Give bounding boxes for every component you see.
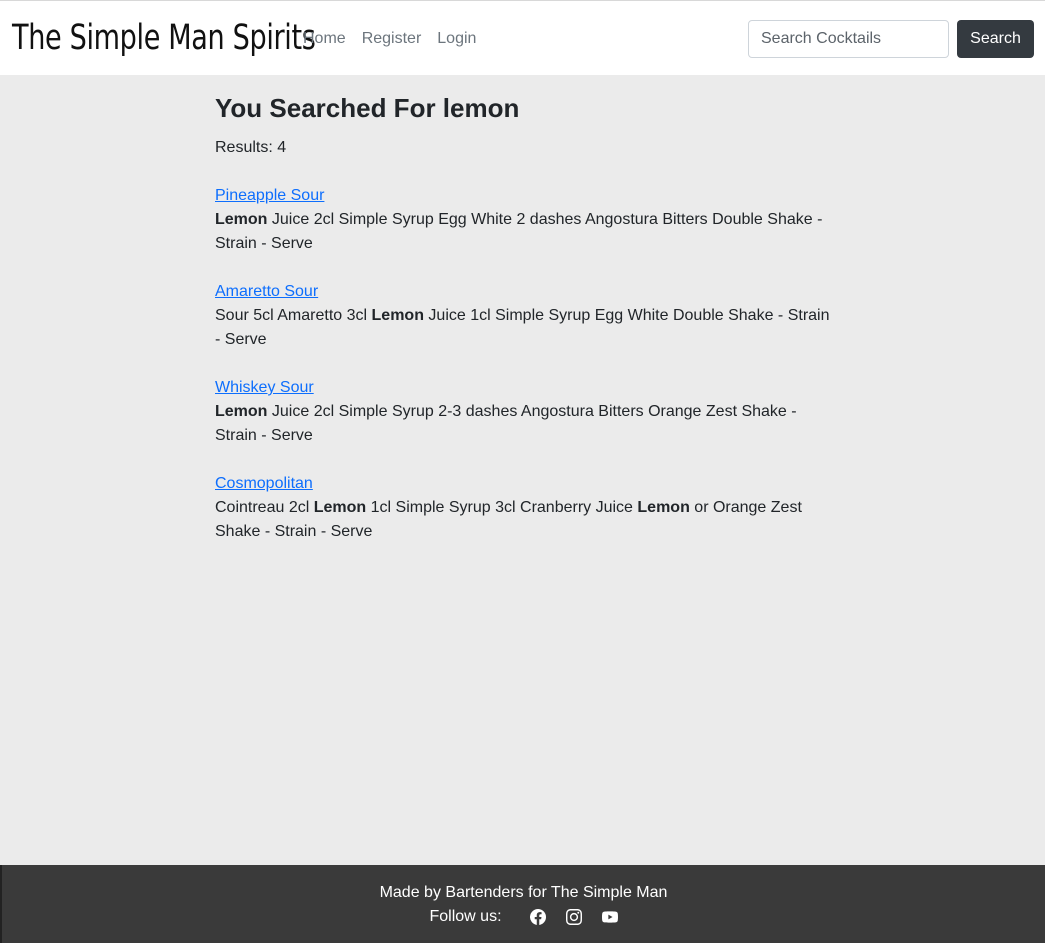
description-text: Sour 5cl Amaretto 3cl [215, 307, 372, 324]
result-item: Cosmopolitan Cointreau 2cl Lemon 1cl Simp… [215, 472, 835, 544]
result-description: Cointreau 2cl Lemon 1cl Simple Syrup 3cl… [215, 496, 835, 544]
brand-logo-text[interactable]: The Simple Man Spirits [12, 17, 316, 59]
nav-links: Home Register Login [303, 29, 476, 49]
facebook-icon[interactable] [529, 908, 547, 926]
description-text: Juice 2cl Simple Syrup 2-3 dashes Angost… [215, 403, 797, 444]
result-item: Whiskey Sour Lemon Juice 2cl Simple Syrup… [215, 376, 835, 448]
result-link[interactable]: Pineapple Sour [215, 184, 324, 208]
result-description: Sour 5cl Amaretto 3cl Lemon Juice 1cl Si… [215, 304, 835, 352]
follow-row: Follow us: [2, 907, 1045, 927]
description-text: Cointreau 2cl [215, 499, 314, 516]
nav-link-login[interactable]: Login [437, 29, 476, 49]
nav-link-home[interactable]: Home [303, 29, 346, 49]
results-list: Pineapple Sour Lemon Juice 2cl Simple Syr… [215, 184, 835, 544]
follow-label: Follow us: [429, 908, 502, 925]
youtube-icon[interactable] [601, 908, 619, 926]
main-content: You Searched For lemon Results: 4 Pineap… [215, 92, 835, 568]
description-text: 1cl Simple Syrup 3cl Cranberry Juice [366, 499, 638, 516]
nav-link-register[interactable]: Register [362, 29, 422, 49]
highlighted-term: Lemon [215, 211, 268, 228]
search-button[interactable]: Search [957, 20, 1034, 58]
highlighted-term: Lemon [215, 403, 268, 420]
result-link[interactable]: Amaretto Sour [215, 280, 318, 304]
page-title: You Searched For lemon [215, 93, 520, 123]
highlighted-term: Lemon [637, 499, 690, 516]
highlighted-term: Lemon [371, 307, 424, 324]
instagram-icon[interactable] [565, 908, 583, 926]
result-description: Lemon Juice 2cl Simple Syrup 2-3 dashes … [215, 400, 835, 448]
search-input[interactable] [748, 20, 949, 58]
highlighted-term: Lemon [313, 499, 367, 516]
result-link[interactable]: Cosmopolitan [215, 472, 313, 496]
description-text: Juice 2cl Simple Syrup Egg White 2 dashe… [215, 211, 823, 252]
footer: Made by Bartenders for The Simple Man Fo… [0, 865, 1045, 943]
navbar: The Simple Man Spirits Home Register Log… [0, 0, 1045, 75]
footer-credit: Made by Bartenders for The Simple Man [379, 884, 668, 901]
result-description: Lemon Juice 2cl Simple Syrup Egg White 2… [215, 208, 835, 256]
result-item: Amaretto Sour Sour 5cl Amaretto 3cl Lemon… [215, 280, 835, 352]
results-count: Results: 4 [215, 139, 287, 156]
result-item: Pineapple Sour Lemon Juice 2cl Simple Syr… [215, 184, 835, 256]
result-link[interactable]: Whiskey Sour [215, 376, 314, 400]
